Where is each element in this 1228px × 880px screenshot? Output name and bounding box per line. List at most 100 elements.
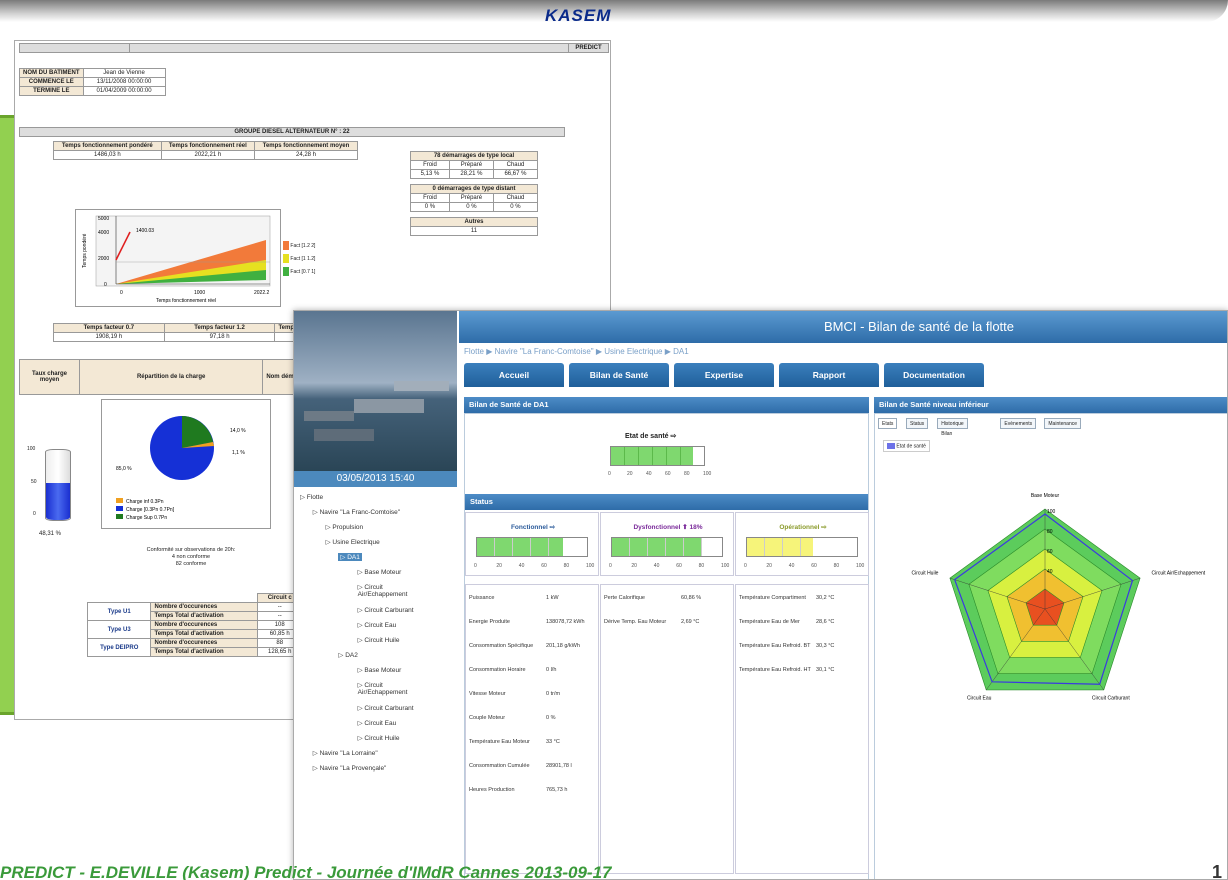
tree-node[interactable]: ▷ Navire "La Franc-Comtoise" xyxy=(313,508,400,516)
x-tick: 0 xyxy=(120,290,123,296)
charge-tank: 100 50 0 48,31 % xyxy=(25,439,75,539)
tf-legend: Fact [1.2 2] Fact [1 1.2] Fact [0.7 1] xyxy=(283,241,315,276)
tree-node[interactable]: ▷ Navire "La Provençale" xyxy=(313,764,387,772)
subtab[interactable]: Maintenance xyxy=(1044,418,1082,429)
gauge-tick: 100 xyxy=(856,563,865,569)
point-label: 1400.03 xyxy=(136,228,154,234)
tank-tick: 50 xyxy=(31,479,37,485)
radar-tick: 40 xyxy=(1047,569,1053,575)
tree-node[interactable]: ▷ Circuit Eau xyxy=(358,621,397,629)
tab-documentation[interactable]: Documentation xyxy=(884,363,984,387)
tab-accueil[interactable]: Accueil xyxy=(464,363,564,387)
type-key: Nombre d'occurences xyxy=(150,620,259,630)
pie-label: 1,1 % xyxy=(232,450,245,456)
ship-name-key: NOM DU BATIMENT xyxy=(19,68,84,78)
gauge-tick: 20 xyxy=(496,563,502,569)
tree-node[interactable]: ▷ Circuit xyxy=(358,681,383,689)
tree-node[interactable]: ▷ Base Moteur xyxy=(358,568,402,576)
subtab[interactable]: Historique Bilan xyxy=(937,418,968,437)
metric-value: 60,86 % xyxy=(681,595,702,601)
tree-node[interactable]: ▷ DA1 xyxy=(338,553,362,561)
tab-bilan[interactable]: Bilan de Santé xyxy=(569,363,669,387)
tree-node[interactable]: Air/Echappement xyxy=(358,689,408,696)
metric-key: Température Eau Moteur xyxy=(469,739,530,745)
left-pane: Etat de santé ⇨ 0 20 40 60 80 100 Status Fonc… xyxy=(464,413,869,879)
kasem-logo: KASEM xyxy=(545,6,612,25)
local-title: 78 démarrages de type local xyxy=(410,151,538,161)
right-pane: Etats Status Historique Bilan Evènements Mai… xyxy=(874,413,1227,879)
radar-label: Circuit Huile xyxy=(912,570,939,576)
gauge-tick: 0 xyxy=(744,563,747,569)
gauge-tick: 40 xyxy=(653,563,660,569)
gauge-tick: 60 xyxy=(676,563,682,569)
metric-key: Température Eau Refroid. HT xyxy=(739,667,811,673)
right-pane-title: Bilan de Santé niveau inférieur xyxy=(874,397,1227,413)
metric-value: 28,6 °C xyxy=(816,619,835,625)
breadcrumb[interactable]: Flotte ▶ Navire "La Franc-Comtoise" ▶ Us… xyxy=(464,347,689,356)
bmci-window: 03/05/2013 15:40 ▷ Flotte ▷ Navire "La Fr… xyxy=(293,310,1228,880)
pie-label: 14,0 % xyxy=(230,428,246,434)
y-tick: 2000 xyxy=(98,256,109,262)
legend-item: Fact [0.7 1] xyxy=(290,268,316,275)
tree-node[interactable]: ▷ Navire "La Lorraine" xyxy=(313,749,378,757)
gauge-tick: 60 xyxy=(541,563,547,569)
factor-table: Temps facteur 0.7 Temps facteur 1.2 Temp 1… xyxy=(53,323,298,342)
metric-value: 33 °C xyxy=(546,739,560,745)
tree-node[interactable]: ▷ Circuit Huile xyxy=(358,636,400,644)
status-card: Opérationnel ⇨ 0 20 40 60 80 100 xyxy=(735,512,869,576)
tree-node[interactable]: ▷ Circuit Carburant xyxy=(358,704,414,712)
y-tick: 0 xyxy=(104,282,107,288)
metric-key: Heures Production xyxy=(469,787,515,793)
tab-rapport[interactable]: Rapport xyxy=(779,363,879,387)
gauge-tick: 20 xyxy=(627,471,633,477)
tree-node[interactable]: ▷ Base Moteur xyxy=(358,666,402,674)
start-col: Préparé xyxy=(448,193,494,203)
status-gauge-fill xyxy=(747,538,813,556)
ship-name-value: Jean de Vienne xyxy=(82,68,166,78)
status-gauge xyxy=(746,537,858,557)
subtab[interactable]: Etats xyxy=(878,418,898,429)
metric-value: 0 tr/m xyxy=(546,691,561,697)
tree-node[interactable]: ▷ Propulsion xyxy=(326,523,364,531)
gauge-tick: 40 xyxy=(518,563,525,569)
local-value: 28,21 % xyxy=(448,169,494,179)
tree-node[interactable]: ▷ Circuit Carburant xyxy=(358,606,414,614)
metric-value: 138078,72 kWh xyxy=(546,619,585,625)
tree-node[interactable]: ▷ Flotte xyxy=(300,493,323,501)
radar-legend-label: Etat de santé xyxy=(896,443,926,450)
y-tick: 4000 xyxy=(98,230,109,236)
left-pane-title: Bilan de Santé de DA1 xyxy=(464,397,869,413)
metric-key: Dérive Temp. Eau Moteur xyxy=(604,619,667,625)
metric-key: Couple Moteur xyxy=(469,715,506,721)
tree-node[interactable]: ▷ Circuit xyxy=(358,583,383,591)
metric-key: Consommation Horaire xyxy=(469,667,526,673)
tank-value: 48,31 % xyxy=(39,531,62,537)
conformity-line: Conformité sur observations de 20h: xyxy=(146,547,236,553)
conformity: Conformité sur observations de 20h: 4 no… xyxy=(111,547,271,568)
subtab[interactable]: Evènements xyxy=(1000,418,1037,429)
radar-legend: Etat de santé xyxy=(883,440,930,453)
factor-value: 97,18 h xyxy=(163,332,276,342)
gauge-tick: 0 xyxy=(474,563,477,569)
tree-node[interactable]: ▷ Usine Electrique xyxy=(326,538,380,546)
tree-node[interactable]: Air/Echappement xyxy=(358,591,408,598)
metrics-column: Puissance 1 kW Energie Produite 138078,72 k… xyxy=(465,584,599,874)
subtab[interactable]: Status xyxy=(906,418,929,429)
gauge-tick: 40 xyxy=(788,563,795,569)
tab-expertise[interactable]: Expertise xyxy=(674,363,774,387)
metrics-column: Température Compartiment 30,2 °C Températu… xyxy=(735,584,869,874)
tf-table: Temps fonctionnement pondéré Temps foncti… xyxy=(53,141,358,160)
tree-node[interactable]: ▷ DA2 xyxy=(338,651,357,659)
page-number: 1 xyxy=(1212,862,1223,880)
starts-table: 78 démarrages de type local Froid Préparé… xyxy=(410,151,539,236)
pie-legend: Charge inf 0.3Pn xyxy=(126,499,164,505)
tree-node[interactable]: ▷ Circuit Eau xyxy=(358,719,397,727)
radar-tick: 60 xyxy=(1047,549,1053,555)
metric-key: Température Eau de Mer xyxy=(739,619,800,625)
metric-value: 28901,78 l xyxy=(546,763,572,769)
tf-chart: 1400.03 5000 4000 2000 0 0 1000 2022.2 T… xyxy=(75,209,281,307)
status-label: Opérationnel ⇨ xyxy=(779,524,827,531)
tree-node[interactable]: ▷ Circuit Huile xyxy=(358,734,400,742)
legend-item: Fact [1.2 2] xyxy=(290,242,316,249)
start-col: Chaud xyxy=(492,160,539,170)
